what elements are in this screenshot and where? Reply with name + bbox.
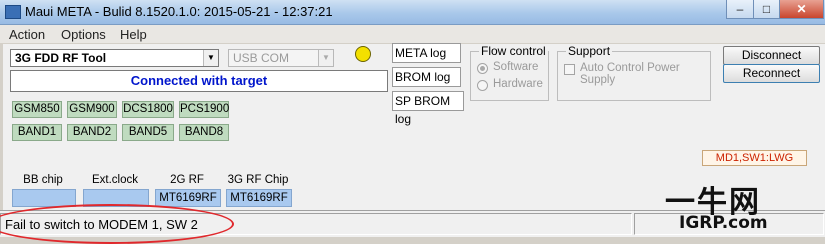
band-band5-button[interactable]: BAND5 [122,124,174,141]
band-gsm900-button[interactable]: GSM900 [67,101,117,118]
band-band8-button[interactable]: BAND8 [179,124,229,141]
brom-log-button[interactable]: BROM log [392,67,461,87]
support-group: Support Auto Control Power Supply [557,44,711,101]
band-dcs1800-button[interactable]: DCS1800 [122,101,174,118]
menu-options[interactable]: Options [61,27,106,42]
watermark-line2: IGRP.com [679,213,768,233]
minimize-button[interactable]: – [726,0,754,19]
port-select[interactable]: USB COM ▼ [228,49,334,67]
connection-status-led [355,46,371,62]
title-bar: Maui META - Bulid 8.1520.1.0: 2015-05-21… [0,0,825,25]
auto-power-label: Auto Control Power Supply [580,62,680,86]
software-radio[interactable] [477,63,488,74]
software-radio-label: Software [493,61,539,73]
app-icon [5,5,21,19]
band-band2-button[interactable]: BAND2 [67,124,117,141]
close-button[interactable]: ✕ [779,0,824,19]
reconnect-button[interactable]: Reconnect [723,64,820,83]
meta-log-button[interactable]: META log [392,43,461,63]
hardware-radio-label: Hardware [493,78,543,90]
bb-chip-value [12,189,76,207]
band-band1-button[interactable]: BAND1 [12,124,62,141]
rf-2g-label: 2G RF [170,174,204,186]
port-select-value: USB COM [233,51,290,65]
chevron-down-icon[interactable]: ▼ [203,50,218,66]
ext-clock-label: Ext.clock [91,174,138,186]
support-title: Support [566,44,613,58]
menu-help[interactable]: Help [120,27,147,42]
window-title: Maui META - Bulid 8.1520.1.0: 2015-05-21… [25,4,333,19]
annotation-ellipse [0,204,234,244]
flow-control-title: Flow control [479,44,548,58]
sp-brom-log-button[interactable]: SP BROM log [392,91,464,126]
flow-control-group: Flow control Software Hardware [470,44,549,101]
tool-select[interactable]: 3G FDD RF Tool ▼ [10,49,219,67]
tool-select-value: 3G FDD RF Tool [15,51,107,65]
menu-bar: Action Options Help [0,25,825,43]
watermark-logo: 一牛网 IGRP.com [665,177,820,235]
rf-2g-value: MT6169RF [155,189,221,207]
disconnect-button[interactable]: Disconnect [723,46,820,65]
modem-info: MD1,SW1:LWG [702,150,807,166]
hardware-radio[interactable] [477,80,488,91]
band-pcs1900-button[interactable]: PCS1900 [179,101,229,118]
auto-power-checkbox[interactable] [564,64,575,75]
band-gsm850-button[interactable]: GSM850 [12,101,62,118]
rf-3g-value: MT6169RF [226,189,292,207]
menu-action[interactable]: Action [9,27,45,42]
rf-3g-label: 3G RF Chip [227,174,289,186]
maximize-button[interactable]: □ [753,0,780,19]
bb-chip-label: BB chip [23,174,63,186]
chevron-down-icon[interactable]: ▼ [318,50,333,66]
connection-status: Connected with target [10,70,388,92]
